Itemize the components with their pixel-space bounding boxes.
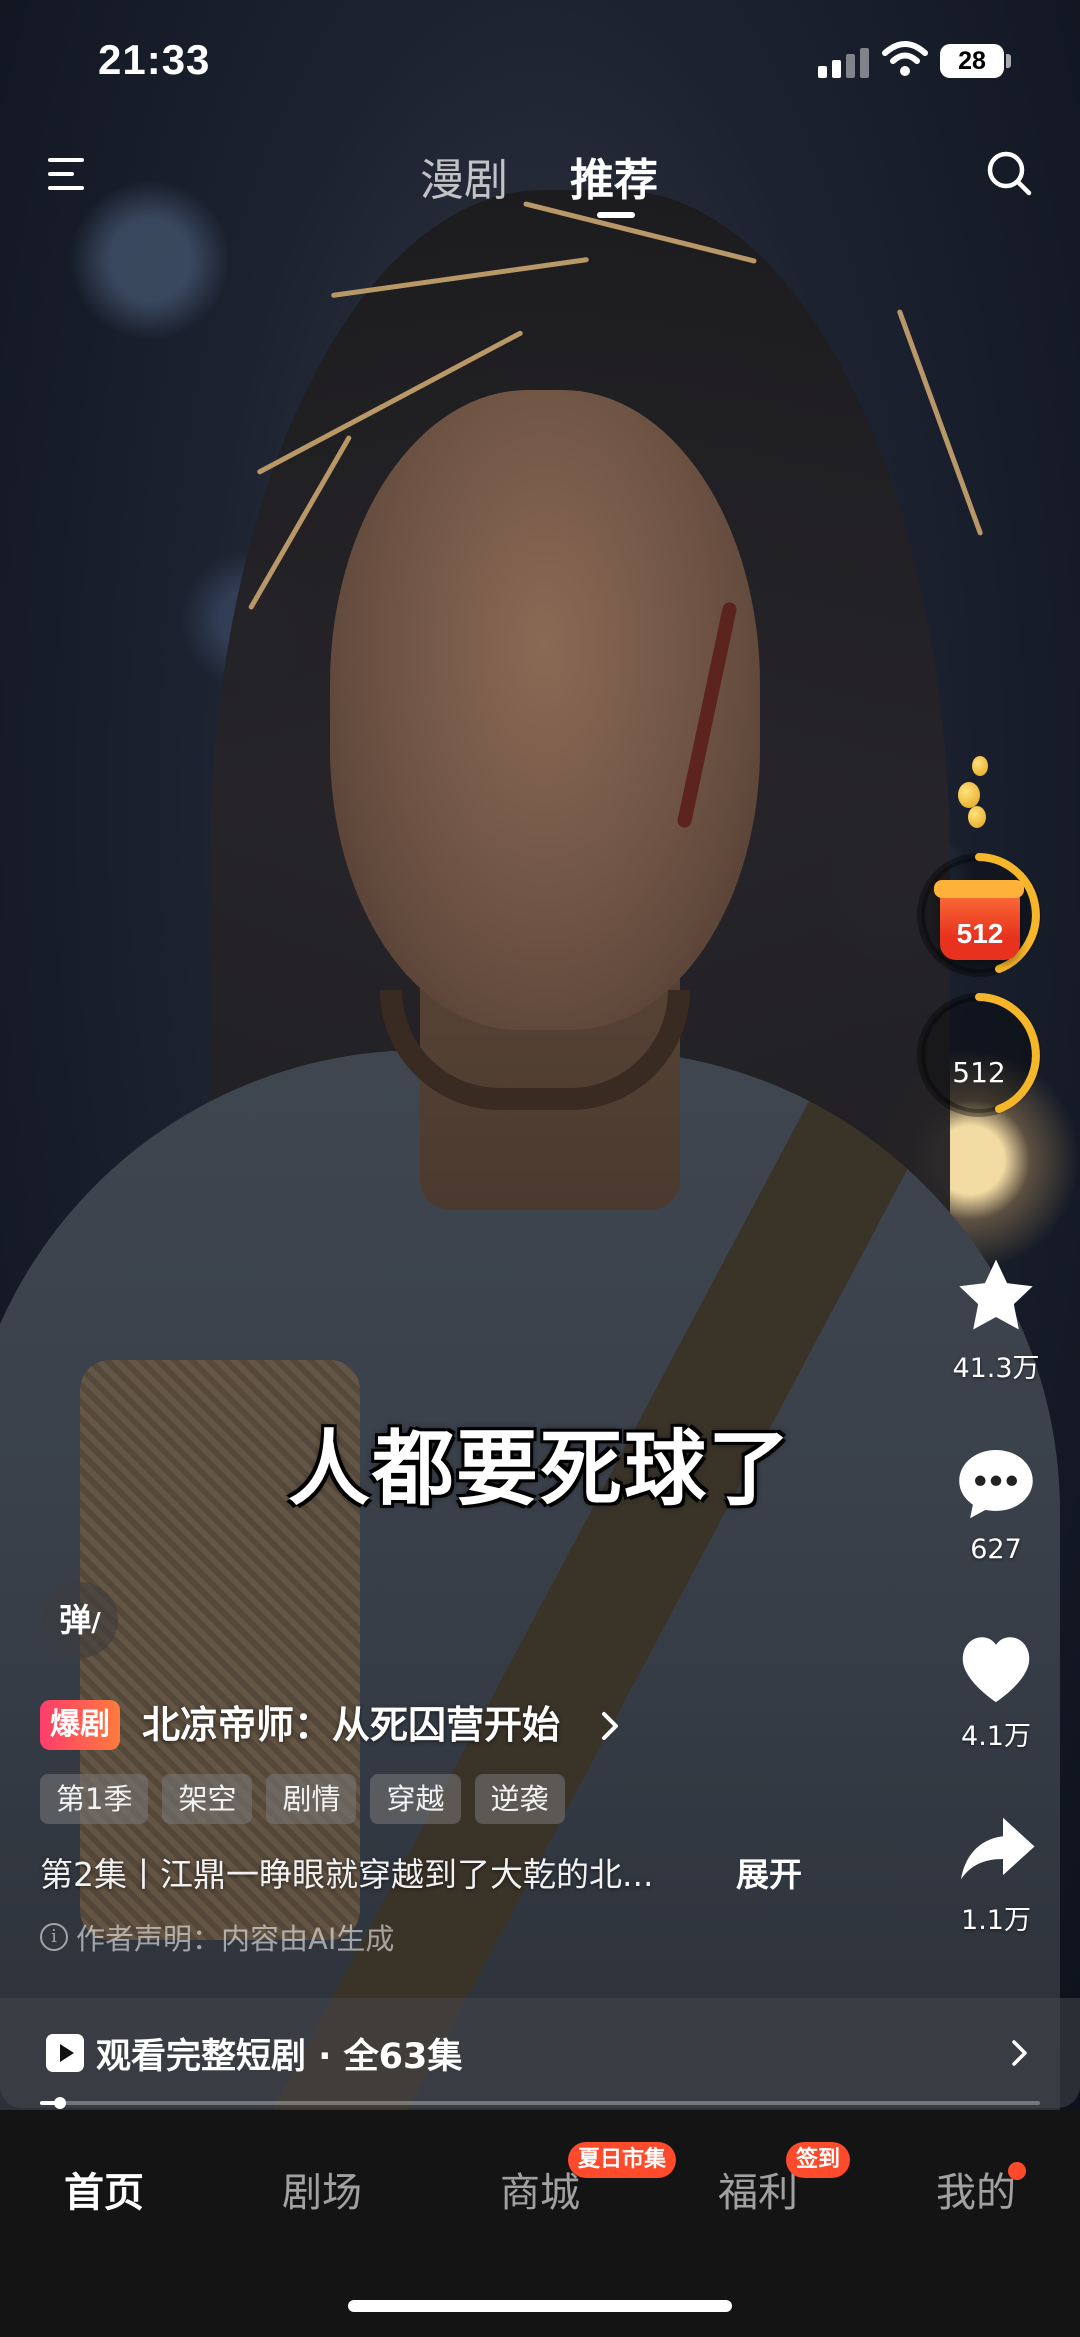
treasure-chest-lid	[934, 880, 1024, 898]
play-icon	[46, 2034, 84, 2072]
danmu-slash-icon: /	[91, 1608, 101, 1638]
search-icon[interactable]	[986, 150, 1032, 196]
video-progress-bar[interactable]	[40, 2097, 1040, 2109]
share-count: 1.1万	[961, 1905, 1031, 1936]
nav-mall[interactable]: 商城	[500, 2160, 580, 2218]
like-button[interactable]: 4.1万	[944, 1628, 1048, 1753]
mall-badge: 夏日市集	[568, 2142, 677, 2178]
nav-me[interactable]: 我的	[936, 2160, 1016, 2218]
tab-recommend[interactable]: 推荐	[570, 144, 658, 208]
tag-fictional[interactable]: 架空	[162, 1774, 253, 1824]
tag-drama[interactable]: 剧情	[266, 1774, 357, 1824]
danmu-toggle-button[interactable]: 弹/	[42, 1582, 118, 1658]
chevron-right-icon	[1012, 2040, 1027, 2066]
ai-disclaimer: i 作者声明：内容由AI生成	[40, 1916, 394, 1958]
watch-full-series-label: 观看完整短剧 · 全63集	[96, 2037, 463, 2077]
coin-icon	[958, 782, 980, 808]
danmu-label: 弹	[59, 1601, 92, 1639]
favorite-button[interactable]: 41.3万	[944, 1256, 1048, 1385]
share-button[interactable]: 1.1万	[944, 1812, 1048, 1937]
checkin-badge: 签到	[786, 2142, 851, 2178]
like-count: 4.1万	[961, 1721, 1031, 1752]
counter-value: 512	[952, 1056, 1006, 1089]
video-progress-handle[interactable]	[54, 2097, 66, 2109]
wifi-icon	[882, 41, 928, 76]
tag-comeback[interactable]: 逆袭	[474, 1774, 565, 1824]
share-arrow-icon	[961, 1817, 1035, 1880]
coin-icon	[968, 806, 986, 828]
menu-icon[interactable]	[48, 152, 92, 196]
counter-progress-ring	[917, 993, 1041, 1117]
chevron-right-icon[interactable]	[598, 1710, 622, 1742]
active-tab-indicator	[597, 212, 635, 218]
home-indicator	[348, 2300, 732, 2312]
series-title-link[interactable]: 北凉帝师：从死囚营开始	[142, 1700, 560, 1750]
heart-icon	[962, 1637, 1030, 1702]
tag-season[interactable]: 第1季	[40, 1774, 149, 1824]
comment-count: 627	[970, 1534, 1022, 1565]
tab-manju[interactable]: 漫剧	[420, 144, 508, 208]
episode-description: 第2集丨江鼎一睁眼就穿越到了大乾的北...	[40, 1855, 654, 1894]
ai-disclaimer-text: 作者声明：内容由AI生成	[76, 1922, 395, 1956]
tag-time-travel[interactable]: 穿越	[370, 1774, 461, 1824]
hot-series-badge: 爆剧	[40, 1700, 120, 1750]
video-subtitle: 人都要死球了	[287, 1422, 792, 1517]
nav-welfare[interactable]: 福利	[718, 2160, 798, 2218]
star-icon	[959, 1259, 1033, 1330]
status-time: 21:33	[98, 36, 211, 83]
status-bar: 21:33 28	[0, 0, 1080, 120]
info-icon: i	[40, 1923, 68, 1951]
video-frame-face	[330, 390, 760, 1030]
nav-theater[interactable]: 剧场	[282, 2160, 362, 2218]
watch-full-series-bar[interactable]: 观看完整短剧 · 全63集	[0, 1998, 1080, 2108]
reward-chest-button[interactable]: 512	[914, 850, 1044, 980]
nav-home[interactable]: 首页	[64, 2160, 144, 2218]
coin-icon	[972, 756, 988, 776]
video-frame-straw	[896, 308, 984, 537]
expand-button[interactable]: 展开	[736, 1848, 802, 1896]
battery-icon: 28	[940, 44, 1004, 78]
favorite-count: 41.3万	[952, 1353, 1040, 1384]
reward-amount: 512	[956, 918, 1004, 949]
coin-counter-button[interactable]: 512	[914, 990, 1044, 1120]
notification-dot	[1008, 2162, 1026, 2180]
cellular-signal-icon	[818, 46, 872, 78]
battery-tip	[1006, 54, 1011, 68]
tag-list: 第1季 架空 剧情 穿越 逆袭	[40, 1774, 565, 1824]
